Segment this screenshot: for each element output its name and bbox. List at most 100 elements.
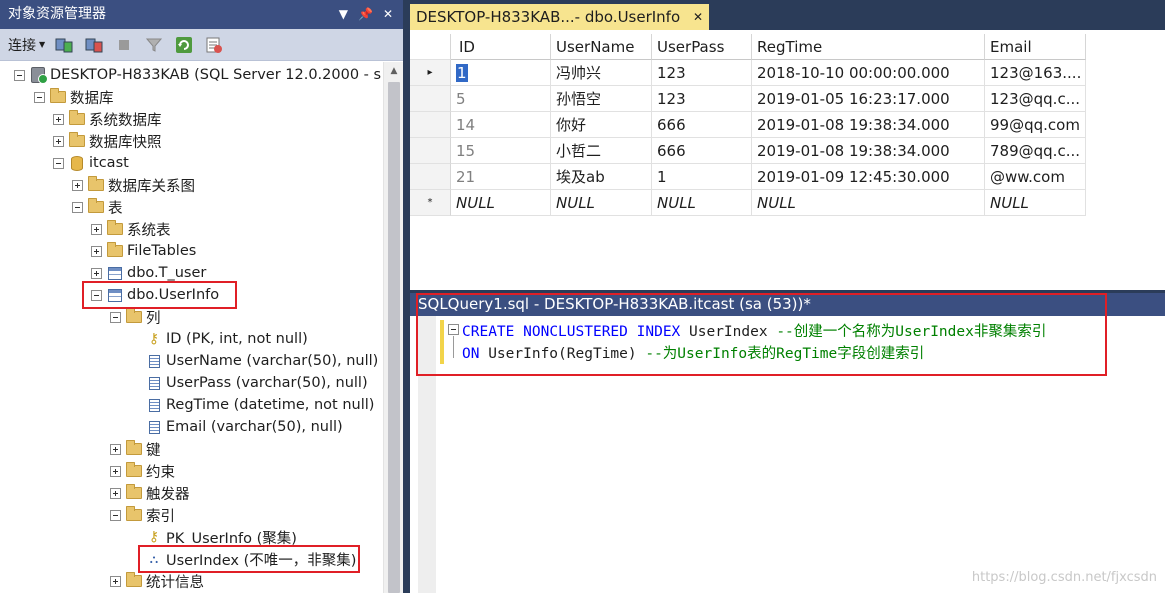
scrollbar-thumb[interactable]	[388, 82, 400, 593]
cell-regtime[interactable]: 2018-10-10 00:00:00.000	[752, 60, 985, 86]
cell-email[interactable]: 123@163....	[985, 60, 1086, 86]
cell-userpass[interactable]: 123	[652, 86, 752, 112]
tree-item-tables[interactable]: 表	[72, 196, 123, 218]
tree-item-triggers[interactable]: 触发器	[110, 482, 190, 504]
cell-email[interactable]: NULL	[985, 190, 1086, 216]
cell-regtime[interactable]: NULL	[752, 190, 985, 216]
row-selector[interactable]	[410, 86, 451, 112]
tree-item-column-username[interactable]: UserName (varchar(50), null)	[146, 350, 378, 372]
collapse-icon[interactable]	[53, 157, 64, 169]
row-selector[interactable]	[410, 138, 451, 164]
expand-icon[interactable]	[110, 487, 121, 499]
expand-icon[interactable]	[53, 135, 64, 147]
cell-userpass[interactable]: 666	[652, 112, 752, 138]
table-row[interactable]: 14 你好 666 2019-01-08 19:38:34.000 99@qq.…	[410, 112, 1086, 138]
scroll-up-icon[interactable]: ▲	[384, 62, 404, 80]
primary-key-icon: ⚷	[148, 331, 160, 347]
collapse-icon[interactable]	[110, 509, 121, 521]
tree-item-filetables[interactable]: FileTables	[91, 240, 196, 262]
collapse-icon[interactable]	[110, 311, 121, 323]
column-header-regtime[interactable]: RegTime	[752, 34, 985, 60]
object-explorer-tree: DESKTOP-H833KAB (SQL Server 12.0.2000 - …	[0, 62, 383, 593]
row-selector[interactable]	[410, 112, 451, 138]
expand-icon[interactable]	[110, 443, 121, 455]
tree-item-column-email[interactable]: Email (varchar(50), null)	[146, 416, 343, 438]
cell-username[interactable]: 冯帅兴	[551, 60, 652, 86]
tree-item-column-regtime[interactable]: RegTime (datetime, not null)	[146, 394, 374, 416]
new-row[interactable]: * NULL NULL NULL NULL NULL	[410, 190, 1086, 216]
connect-object-explorer-icon[interactable]	[53, 34, 75, 56]
column-header-email[interactable]: Email	[985, 34, 1086, 60]
cell-userpass[interactable]: 666	[652, 138, 752, 164]
cell-username[interactable]: 小哲二	[551, 138, 652, 164]
cell-userpass[interactable]: 123	[652, 60, 752, 86]
row-selector[interactable]: ▸	[410, 60, 451, 86]
filter-icon[interactable]	[143, 34, 165, 56]
column-header-id[interactable]: ID	[451, 34, 551, 60]
expand-icon[interactable]	[53, 113, 64, 125]
tab-userinfo-results[interactable]: DESKTOP-H833KAB...- dbo.UserInfo ✕	[410, 4, 709, 30]
cell-username[interactable]: NULL	[551, 190, 652, 216]
tree-item-column-id[interactable]: ⚷ ID (PK, int, not null)	[146, 328, 308, 350]
expand-icon[interactable]	[72, 179, 83, 191]
collapse-icon[interactable]	[14, 69, 25, 81]
table-row[interactable]: 5 孙悟空 123 2019-01-05 16:23:17.000 123@qq…	[410, 86, 1086, 112]
expand-icon[interactable]	[110, 465, 121, 477]
collapse-icon[interactable]	[34, 91, 45, 103]
tree-item-system-tables[interactable]: 系统表	[91, 218, 171, 240]
window-position-dropdown-icon[interactable]: ▼	[339, 0, 348, 29]
cell-regtime[interactable]: 2019-01-05 16:23:17.000	[752, 86, 985, 112]
tree-item-databases[interactable]: 数据库	[34, 86, 114, 108]
expand-icon[interactable]	[91, 245, 102, 257]
close-panel-icon[interactable]: ✕	[383, 0, 393, 29]
tree-item-indexes[interactable]: 索引	[110, 504, 175, 526]
tree-item-keys[interactable]: 键	[110, 438, 161, 460]
cell-id[interactable]: 14	[451, 112, 551, 138]
collapse-icon[interactable]	[72, 201, 83, 213]
tree-item-database-snapshots[interactable]: 数据库快照	[53, 130, 162, 152]
tree-item-itcast-database[interactable]: itcast	[53, 152, 129, 174]
cell-userpass[interactable]: NULL	[652, 190, 752, 216]
connect-button[interactable]: 连接 ▼	[8, 35, 45, 55]
close-tab-icon[interactable]: ✕	[693, 4, 703, 30]
cell-email[interactable]: 123@qq.c...	[985, 86, 1086, 112]
cell-username[interactable]: 埃及ab	[551, 164, 652, 190]
row-selector[interactable]	[410, 164, 451, 190]
cell-email[interactable]: 789@qq.c...	[985, 138, 1086, 164]
pin-icon[interactable]: 📌	[358, 0, 373, 29]
tree-item-system-databases[interactable]: 系统数据库	[53, 108, 162, 130]
disconnect-icon[interactable]	[83, 34, 105, 56]
tree-item-columns[interactable]: 列	[110, 306, 161, 328]
tree-item-column-userpass[interactable]: UserPass (varchar(50), null)	[146, 372, 368, 394]
cell-id[interactable]: 1	[451, 60, 551, 86]
cell-id[interactable]: 21	[451, 164, 551, 190]
cell-username[interactable]: 你好	[551, 112, 652, 138]
table-row[interactable]: ▸ 1 冯帅兴 123 2018-10-10 00:00:00.000 123@…	[410, 60, 1086, 86]
cell-id[interactable]: 5	[451, 86, 551, 112]
table-row[interactable]: 15 小哲二 666 2019-01-08 19:38:34.000 789@q…	[410, 138, 1086, 164]
cell-regtime[interactable]: 2019-01-08 19:38:34.000	[752, 138, 985, 164]
expand-icon[interactable]	[91, 267, 102, 279]
cell-email[interactable]: 99@qq.com	[985, 112, 1086, 138]
cell-username[interactable]: 孙悟空	[551, 86, 652, 112]
cell-regtime[interactable]: 2019-01-08 19:38:34.000	[752, 112, 985, 138]
tree-item-database-diagrams[interactable]: 数据库关系图	[72, 174, 195, 196]
refresh-icon[interactable]	[173, 34, 195, 56]
cell-id[interactable]: 15	[451, 138, 551, 164]
column-header-userpass[interactable]: UserPass	[652, 34, 752, 60]
stop-icon[interactable]	[113, 34, 135, 56]
table-row[interactable]: 21 埃及ab 1 2019-01-09 12:45:30.000 @ww.co…	[410, 164, 1086, 190]
cell-userpass[interactable]: 1	[652, 164, 752, 190]
cell-email[interactable]: @ww.com	[985, 164, 1086, 190]
cell-id[interactable]: NULL	[451, 190, 551, 216]
object-explorer-scrollbar[interactable]: ▲	[383, 62, 403, 593]
tree-item-server[interactable]: DESKTOP-H833KAB (SQL Server 12.0.2000 - …	[14, 64, 381, 86]
cell-regtime[interactable]: 2019-01-09 12:45:30.000	[752, 164, 985, 190]
tree-item-constraints[interactable]: 约束	[110, 460, 175, 482]
tree-item-statistics[interactable]: 统计信息	[110, 570, 204, 592]
column-header-username[interactable]: UserName	[551, 34, 652, 60]
row-selector[interactable]: *	[410, 190, 451, 216]
expand-icon[interactable]	[110, 575, 121, 587]
expand-icon[interactable]	[91, 223, 102, 235]
activity-monitor-icon[interactable]	[203, 34, 225, 56]
